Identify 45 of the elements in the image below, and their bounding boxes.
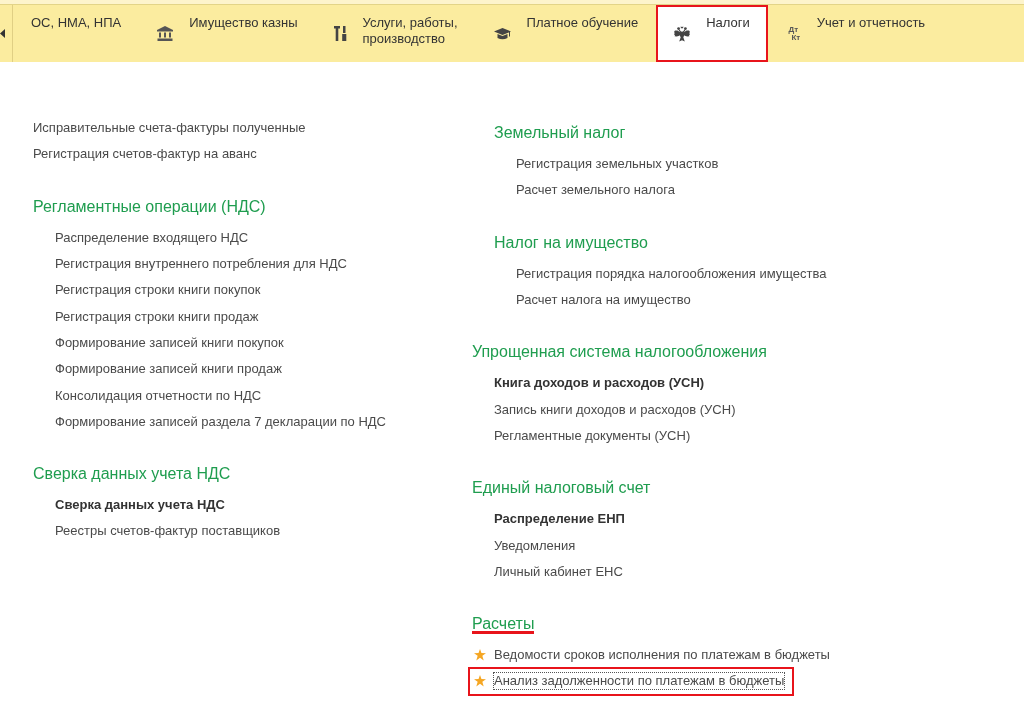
scroll-left-icon[interactable] — [0, 29, 5, 38]
graduation-cap-icon — [493, 27, 511, 40]
menu-link[interactable]: Регистрация строки книги покупок — [55, 282, 261, 299]
debit-credit-icon: Дт Кт — [785, 25, 801, 42]
group-heading: Регламентные операции (НДС) — [33, 196, 266, 217]
menu-link[interactable]: Регламентные документы (УСН) — [494, 427, 691, 444]
star-icon[interactable] — [474, 649, 486, 662]
section-tab[interactable]: Имущество казны — [139, 5, 316, 62]
group-heading: Единый налоговый счет — [472, 478, 651, 499]
menu-link[interactable]: Формирование записей раздела 7 декларации по НДС — [55, 413, 386, 430]
bank-icon — [157, 26, 174, 41]
group-heading: Упрощенная система налогообложения — [472, 342, 767, 363]
section-tab[interactable]: Налоги — [656, 5, 768, 62]
menu-link[interactable]: Регистрация порядка налогообложения имущества — [516, 265, 827, 282]
menu-link[interactable]: Распределение входящего НДС — [55, 229, 249, 246]
section-tab[interactable]: Услуги, работы, производство — [315, 5, 476, 62]
menu-link[interactable]: Регистрация строки книги продаж — [55, 308, 259, 325]
menu-link[interactable]: Регистрация земельных участков — [516, 156, 719, 173]
menu-link[interactable]: Регистрация внутреннего потребления для НДС — [55, 256, 347, 273]
menu-link[interactable]: Формирование записей книги продаж — [55, 361, 282, 378]
menu-link[interactable]: Личный кабинет ЕНС — [494, 563, 623, 580]
menu-link[interactable]: Консолидация отчетности по НДС — [55, 387, 262, 404]
menu-link[interactable]: Формирование записей книги покупок — [55, 334, 284, 351]
section-tab[interactable]: Платное обучение — [475, 5, 657, 62]
section-tab[interactable]: ОС, НМА, НПА — [13, 5, 140, 62]
group-heading: Сверка данных учета НДС — [33, 463, 231, 484]
double-headed-eagle-icon — [674, 25, 691, 42]
menu-link[interactable]: Исправительные счета-фактуры полученные — [33, 120, 306, 137]
menu-link[interactable]: Анализ задолженности по платежам в бюджеты — [493, 672, 786, 691]
menu-link[interactable]: Реестры счетов-фактур поставщиков — [55, 523, 281, 540]
menu-link[interactable]: Запись книги доходов и расходов (УСН) — [494, 401, 736, 418]
star-icon[interactable] — [474, 675, 486, 688]
menu-link[interactable]: Распределение ЕНП — [494, 511, 625, 528]
menu-link[interactable]: Расчет налога на имущество — [516, 292, 691, 309]
group-heading: Земельный налог — [494, 123, 626, 143]
section-tab[interactable]: Дт Кт Учет и отчетность — [767, 5, 944, 62]
menu-link[interactable]: Уведомления — [494, 537, 576, 554]
menu-link[interactable]: Расчет земельного налога — [516, 182, 675, 199]
menu-link[interactable]: Сверка данных учета НДС — [55, 497, 225, 514]
group-heading: Налог на имущество — [494, 232, 648, 253]
group-heading: Расчеты — [472, 613, 535, 634]
menu-link[interactable]: Ведомости сроков исполнения по платежам в бюджеты — [494, 647, 830, 664]
menu-link[interactable]: Регистрация счетов-фактур на аванс — [33, 146, 257, 163]
menu-link[interactable]: Книга доходов и расходов (УСН) — [494, 375, 705, 392]
tools-icon — [333, 26, 347, 41]
